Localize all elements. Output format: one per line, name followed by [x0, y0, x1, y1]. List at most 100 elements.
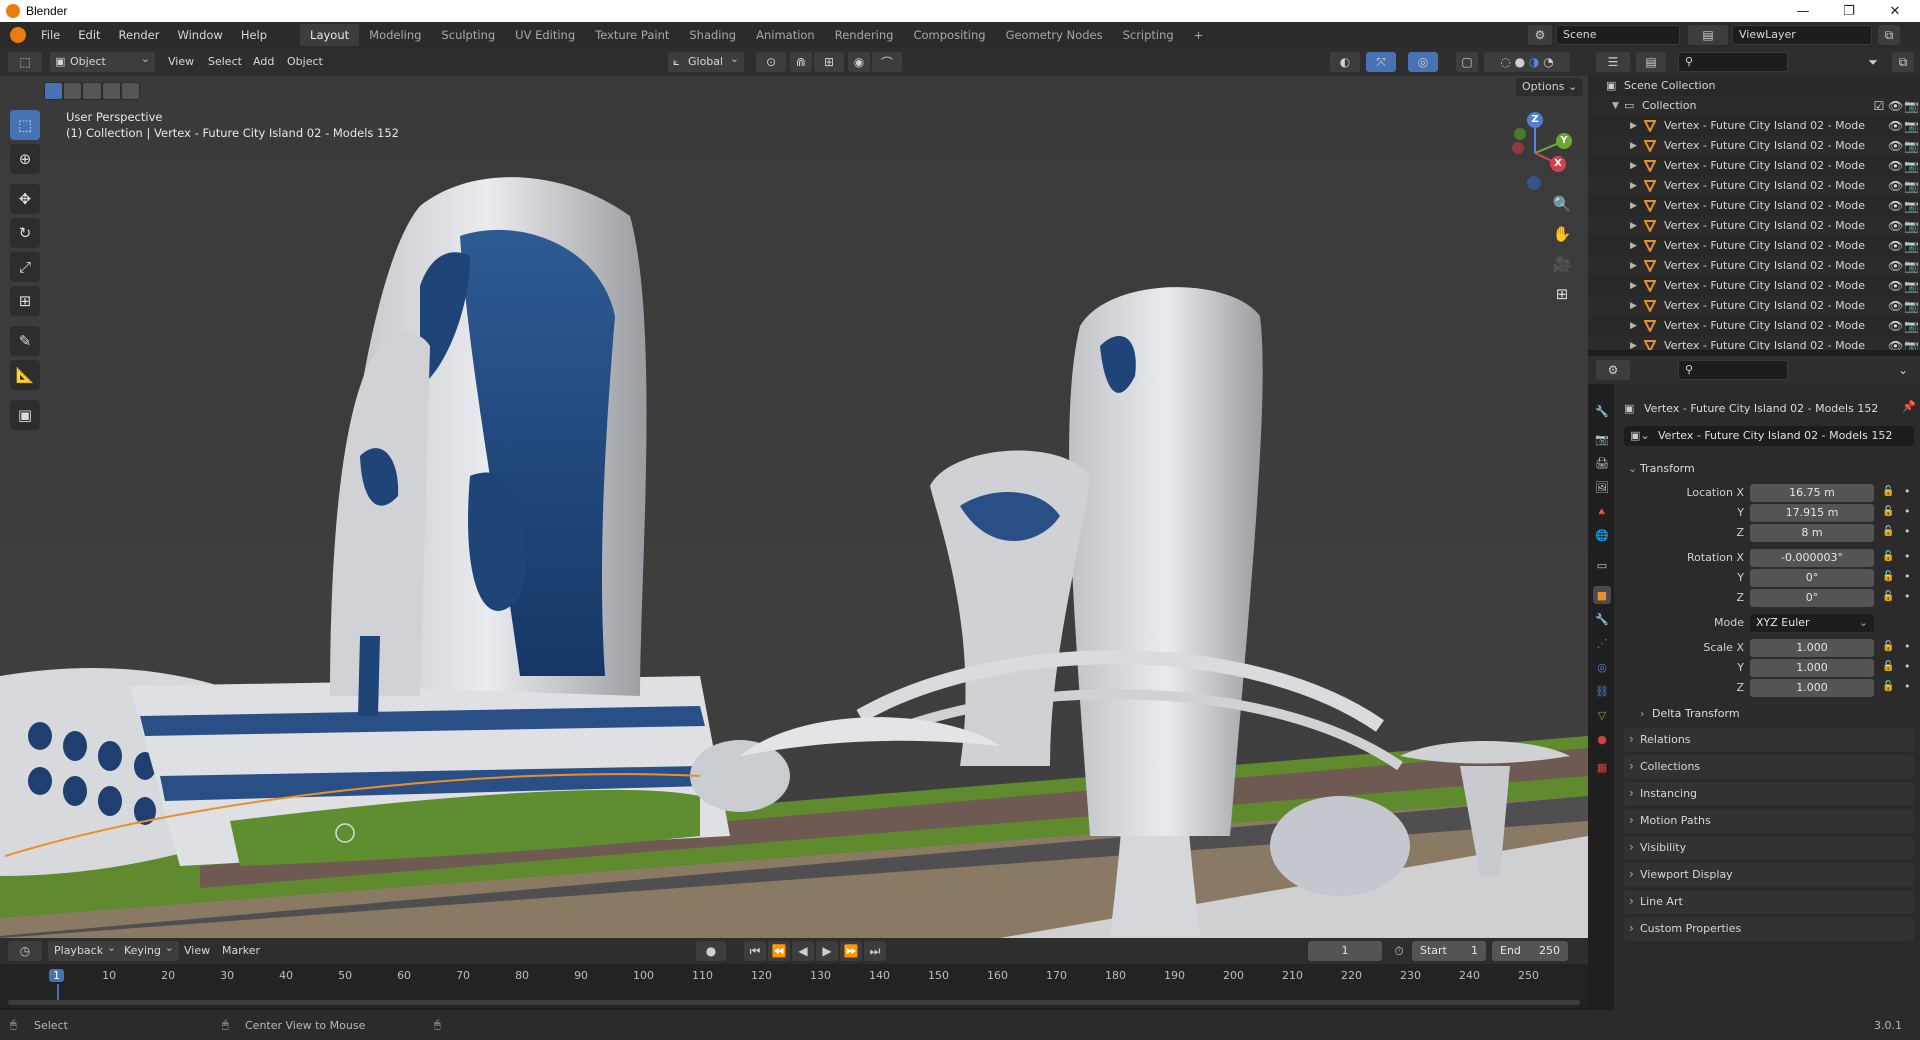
tab-texture-paint[interactable]: Texture Paint [585, 24, 679, 46]
playhead-line[interactable] [57, 984, 59, 1000]
falloff-icon[interactable]: ⌒ [872, 52, 902, 72]
rendered-shading-icon[interactable]: ◔ [1543, 55, 1553, 69]
keyframe-dot-icon[interactable]: • [1904, 525, 1911, 538]
visibility-eye-icon[interactable]: 👁 [1888, 179, 1903, 193]
prev-keyframe-icon[interactable]: ⏪ [768, 941, 790, 961]
render-camera-icon[interactable]: 📷 [1904, 259, 1919, 273]
rotation-x-field[interactable]: -0.000003° [1750, 549, 1874, 567]
properties-editor-type-icon[interactable]: ⚙ [1596, 360, 1630, 380]
material-shading-icon[interactable]: ◑ [1529, 55, 1539, 69]
shading-mode-group[interactable]: ◌ ● ◑ ◔ [1484, 52, 1570, 72]
visibility-eye-icon[interactable]: 👁 [1888, 339, 1903, 350]
transform-tool-icon[interactable]: ⊞ [10, 286, 40, 316]
wireframe-shading-icon[interactable]: ◌ [1500, 55, 1510, 69]
jump-end-icon[interactable]: ⏭ [864, 941, 886, 961]
expand-triangle-icon[interactable]: ▶ [1630, 296, 1637, 316]
keyframe-dot-icon[interactable]: • [1904, 485, 1911, 498]
overlay-toggle-icon[interactable]: ◎ [1408, 52, 1438, 72]
expand-triangle-icon[interactable]: ▶ [1630, 236, 1637, 256]
gizmo-neg-x-axis[interactable] [1512, 142, 1524, 154]
outliner-object-row[interactable]: ▶ Vertex - Future City Island 02 - Mode 👁 📷 [1588, 316, 1920, 336]
scale-tool-icon[interactable]: ⤢ [10, 252, 40, 282]
select-new-icon[interactable] [45, 83, 63, 99]
render-camera-icon[interactable]: 📷 [1904, 99, 1919, 113]
snap-target-icon[interactable]: ⊞ [814, 52, 844, 72]
pan-hand-icon[interactable]: ✋ [1548, 220, 1576, 248]
tab-uv-editing[interactable]: UV Editing [505, 24, 585, 46]
render-camera-icon[interactable]: 📷 [1904, 219, 1919, 233]
viewport-menu-view[interactable]: View [168, 52, 194, 72]
expand-triangle-icon[interactable]: ▶ [1630, 176, 1637, 196]
outliner-collection[interactable]: ▼ ▭ Collection ☑ 👁 📷 [1588, 96, 1920, 116]
properties-options-icon[interactable]: ⌄ [1892, 360, 1914, 380]
play-reverse-icon[interactable]: ◀ [792, 941, 814, 961]
expand-triangle-icon[interactable]: ▶ [1630, 216, 1637, 236]
new-collection-icon[interactable]: ⧉ [1892, 52, 1914, 72]
tool-tab-icon[interactable]: 🔧 [1593, 402, 1611, 420]
outliner-object-row[interactable]: ▶ Vertex - Future City Island 02 - Mode 👁 📷 [1588, 296, 1920, 316]
render-camera-icon[interactable]: 📷 [1904, 279, 1919, 293]
visibility-eye-icon[interactable]: 👁 [1888, 279, 1903, 293]
menu-window[interactable]: Window [168, 22, 231, 48]
menu-render[interactable]: Render [110, 22, 169, 48]
outliner-search-input[interactable]: ⚲ [1678, 52, 1788, 72]
scene-selector-icon[interactable]: ⚙ [1528, 25, 1552, 45]
marker-menu[interactable]: Marker [222, 941, 260, 961]
data-tab-icon[interactable]: ▽ [1593, 706, 1611, 724]
timeline-scrollbar[interactable] [8, 1000, 1580, 1005]
keyframe-dot-icon[interactable]: • [1904, 640, 1911, 653]
timeline-editor-type-icon[interactable]: ◷ [8, 941, 42, 961]
snap-toggle-icon[interactable]: ⋒ [790, 52, 812, 72]
record-keyframe-icon[interactable]: ● [696, 941, 726, 961]
modifier-tab-icon[interactable]: 🔧 [1593, 610, 1611, 628]
menu-edit[interactable]: Edit [69, 22, 109, 48]
render-camera-icon[interactable]: 📷 [1904, 159, 1919, 173]
start-frame-field[interactable]: Start 1 [1412, 941, 1486, 961]
minimize-icon[interactable]: — [1780, 0, 1826, 22]
pin-icon[interactable]: 📌 [1902, 400, 1916, 413]
lock-icon[interactable]: 🔓 [1882, 661, 1894, 672]
object-tab-icon[interactable]: ■ [1593, 586, 1611, 604]
render-camera-icon[interactable]: 📷 [1904, 119, 1919, 133]
scale-z-field[interactable]: 1.000 [1750, 679, 1874, 697]
select-extend-icon[interactable] [64, 83, 82, 99]
lock-icon[interactable]: 🔓 [1882, 551, 1894, 562]
visibility-eye-icon[interactable]: 👁 [1888, 219, 1903, 233]
gizmo-neg-y-axis[interactable] [1514, 128, 1526, 140]
view-layer-field[interactable]: ViewLayer [1732, 25, 1872, 45]
transform-orientation-dropdown[interactable]: ⟀ Global [668, 49, 744, 72]
tab-rendering[interactable]: Rendering [825, 24, 904, 46]
collapse-triangle-icon[interactable]: ▼ [1612, 96, 1619, 116]
outliner-object-row[interactable]: ▶ Vertex - Future City Island 02 - Mode 👁 📷 [1588, 216, 1920, 236]
outliner-scene-collection[interactable]: ▣ Scene Collection [1588, 76, 1920, 96]
view-layer-icon[interactable]: ▤ [1688, 25, 1728, 45]
rotation-y-field[interactable]: 0° [1750, 569, 1874, 587]
proportional-edit-icon[interactable]: ◉ [848, 52, 870, 72]
next-keyframe-icon[interactable]: ⏩ [840, 941, 862, 961]
camera-view-icon[interactable]: 🎥 [1548, 250, 1576, 278]
cursor-tool-icon[interactable]: ⊕ [10, 144, 40, 174]
render-camera-icon[interactable]: 📷 [1904, 139, 1919, 153]
outliner-object-row[interactable]: ▶ Vertex - Future City Island 02 - Mode 👁 📷 [1588, 196, 1920, 216]
scene-name-field[interactable]: Scene [1556, 25, 1680, 45]
panel-instancing[interactable]: Instancing [1624, 781, 1914, 806]
output-tab-icon[interactable]: 🖨 [1593, 454, 1611, 472]
outliner-object-row[interactable]: ▶ Vertex - Future City Island 02 - Mode 👁 📷 [1588, 136, 1920, 156]
gizmo-neg-z-axis[interactable] [1527, 176, 1541, 190]
transform-panel-header[interactable]: ⌄ Transform [1624, 458, 1914, 480]
visibility-eye-icon[interactable]: 👁 [1888, 319, 1903, 333]
keyframe-dot-icon[interactable]: • [1904, 590, 1911, 603]
gizmo-y-axis[interactable]: Y [1556, 133, 1572, 149]
expand-triangle-icon[interactable]: ▶ [1630, 116, 1637, 136]
tab-shading[interactable]: Shading [679, 24, 746, 46]
world-tab-icon[interactable]: 🌐 [1593, 526, 1611, 544]
menu-file[interactable]: File [32, 22, 69, 48]
outliner-object-row[interactable]: ▶ Vertex - Future City Island 02 - Mode 👁 📷 [1588, 236, 1920, 256]
constraints-tab-icon[interactable]: ⛓ [1593, 682, 1611, 700]
keyframe-dot-icon[interactable]: • [1904, 660, 1911, 673]
panel-line-art[interactable]: Line Art [1624, 889, 1914, 914]
keyframe-dot-icon[interactable]: • [1904, 570, 1911, 583]
select-subtract-icon[interactable] [83, 83, 101, 99]
visibility-eye-icon[interactable]: 👁 [1888, 159, 1903, 173]
current-frame-field[interactable]: 1 [1308, 941, 1382, 961]
